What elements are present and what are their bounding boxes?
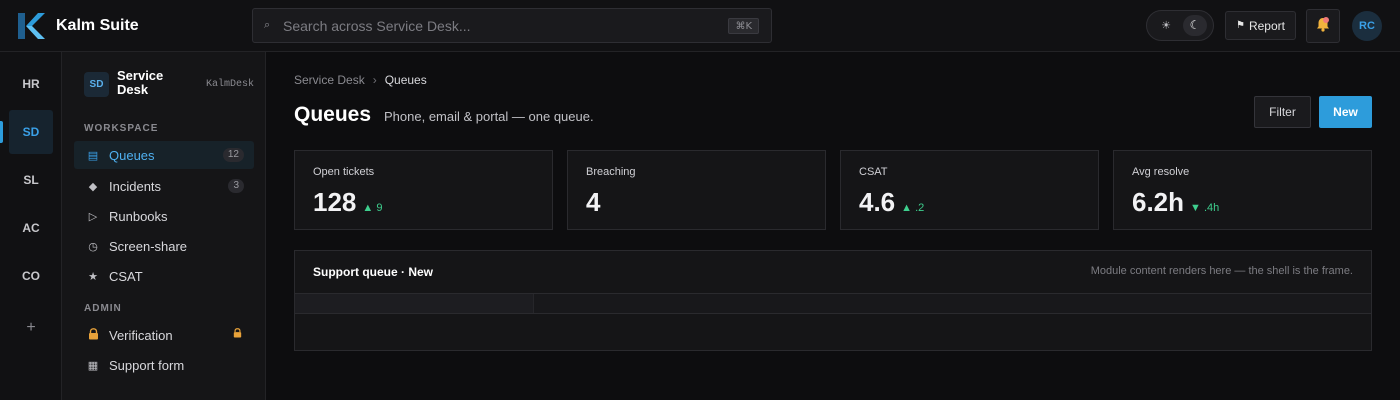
theme-toggle[interactable]: ☀ ☾ (1146, 10, 1214, 41)
rail-active-marker (0, 121, 3, 143)
sidebar-item-verification[interactable]: Verification (74, 321, 254, 349)
kpi-card-avg-resolve: Avg resolve 6.2h ▼ .4h (1113, 150, 1372, 230)
play-icon: ▷ (88, 209, 98, 223)
panel-note: Module content renders here — the shell … (1090, 265, 1353, 277)
kpi-card-open-tickets: Open tickets 128 ▲ 9 (294, 150, 553, 230)
kpi-delta: ▲ 9 (362, 202, 383, 214)
diamond-icon: ◆ (88, 179, 98, 193)
list-icon: ▤ (87, 148, 99, 162)
top-bar: Kalm Suite ⌕ ⌘K ☀ ☾ ⚑ Report RC (0, 0, 1400, 52)
star-icon: ★ (88, 269, 98, 283)
flag-icon: ⚑ (1236, 20, 1245, 31)
page-title: Queues (294, 103, 372, 126)
breadcrumb: Service Desk › Queues (294, 73, 427, 87)
sidebar-item-label: Verification (109, 327, 173, 343)
report-button[interactable]: ⚑ Report (1225, 11, 1296, 40)
kpi-value-wrap: 4 (586, 187, 600, 218)
new-button[interactable]: New (1319, 96, 1372, 128)
search-icon: ⌕ (264, 19, 271, 31)
module-badge: SD (84, 72, 109, 97)
sun-icon[interactable]: ☀ (1155, 15, 1177, 36)
locked-icon (233, 328, 242, 341)
sidebar-item-label: Incidents (109, 178, 162, 194)
sidebar-item-queues[interactable]: ▤ Queues 12 (74, 141, 254, 169)
rail-item-sd[interactable]: SD (9, 110, 53, 154)
sidebar-item-label: CSAT (109, 268, 143, 284)
kpi-value: 6.2h (1132, 187, 1185, 217)
brand-name: Kalm Suite (56, 17, 139, 34)
rail-item-co[interactable]: CO (9, 254, 53, 298)
kpi-label: Open tickets (313, 166, 375, 178)
breadcrumb-separator: › (372, 73, 377, 87)
module-subtitle: KalmDesk (205, 79, 254, 90)
kpi-value-wrap: 4.6 ▲ .2 (859, 187, 924, 218)
module-rail: HR SD SL AC CO + (0, 52, 62, 400)
kpi-label: Breaching (586, 166, 636, 178)
panel-header-cell (295, 294, 534, 313)
grid-icon: ▦ (87, 358, 99, 372)
moon-icon[interactable]: ☾ (1183, 15, 1207, 36)
kpi-value: 128 (313, 187, 357, 217)
breadcrumb-root[interactable]: Service Desk (294, 73, 365, 87)
panel-header-row (295, 293, 1371, 314)
search-input[interactable] (283, 17, 703, 34)
sidebar-item-incidents[interactable]: ◆ Incidents 3 (74, 172, 254, 200)
brand[interactable]: Kalm Suite (16, 11, 139, 41)
kpi-value-wrap: 6.2h ▼ .4h (1132, 187, 1219, 218)
filter-button[interactable]: Filter (1254, 96, 1311, 128)
rail-item-sl[interactable]: SL (9, 158, 53, 202)
sidebar-item-label: Screen-share (109, 238, 188, 254)
page-subtitle: Phone, email & portal — one queue. (384, 109, 594, 124)
kalm-logo-icon (16, 11, 46, 41)
sidebar-header: SD Service Desk KalmDesk (84, 68, 254, 100)
lock-icon (87, 327, 99, 343)
sidebar-item-support-form[interactable]: ▦ Support form (74, 351, 254, 379)
section-title-admin: ADMIN (84, 303, 122, 314)
kpi-card-csat: CSAT 4.6 ▲ .2 (840, 150, 1099, 230)
breadcrumb-current: Queues (384, 73, 427, 87)
add-module-button[interactable]: + (9, 306, 53, 350)
kpi-value: 4 (586, 187, 601, 217)
kpi-label: CSAT (859, 166, 888, 178)
sidebar-item-label: Support form (109, 357, 185, 373)
sidebar-item-label: Queues (109, 147, 155, 163)
report-button-label: Report (1248, 18, 1285, 33)
queue-panel: Support queue · New Module content rende… (294, 250, 1372, 351)
search-shortcut-hint: ⌘K (728, 18, 759, 34)
sidebar-item-runbooks[interactable]: ▷ Runbooks (74, 202, 254, 230)
sidebar: SD Service Desk KalmDesk WORKSPACE ▤ Que… (62, 52, 266, 400)
rail-item-ac[interactable]: AC (9, 206, 53, 250)
panel-content-row (295, 314, 1371, 350)
user-avatar[interactable]: RC (1352, 11, 1382, 41)
kpi-delta: ▲ .2 (901, 202, 925, 214)
count-badge: 12 (222, 148, 244, 162)
count-badge: 3 (228, 179, 244, 193)
sidebar-item-csat[interactable]: ★ CSAT (74, 262, 254, 290)
kpi-value: 4.6 (859, 187, 896, 217)
panel-title: Support queue · New (313, 265, 433, 279)
kpi-value-wrap: 128 ▲ 9 (313, 187, 382, 218)
sidebar-item-screen-share[interactable]: ◷ Screen-share (74, 232, 254, 260)
kpi-delta: ▼ .4h (1190, 202, 1220, 214)
search-bar[interactable]: ⌕ ⌘K (252, 8, 772, 43)
clock-icon: ◷ (88, 239, 98, 253)
notifications-button[interactable] (1306, 9, 1340, 43)
kpi-card-breaching: Breaching 4 (567, 150, 826, 230)
rail-item-hr[interactable]: HR (9, 62, 53, 106)
sidebar-item-label: Runbooks (109, 208, 168, 224)
section-title-workspace: WORKSPACE (84, 123, 159, 134)
notification-dot (1323, 17, 1329, 23)
kpi-label: Avg resolve (1132, 166, 1190, 178)
module-title: Service Desk (117, 68, 164, 97)
